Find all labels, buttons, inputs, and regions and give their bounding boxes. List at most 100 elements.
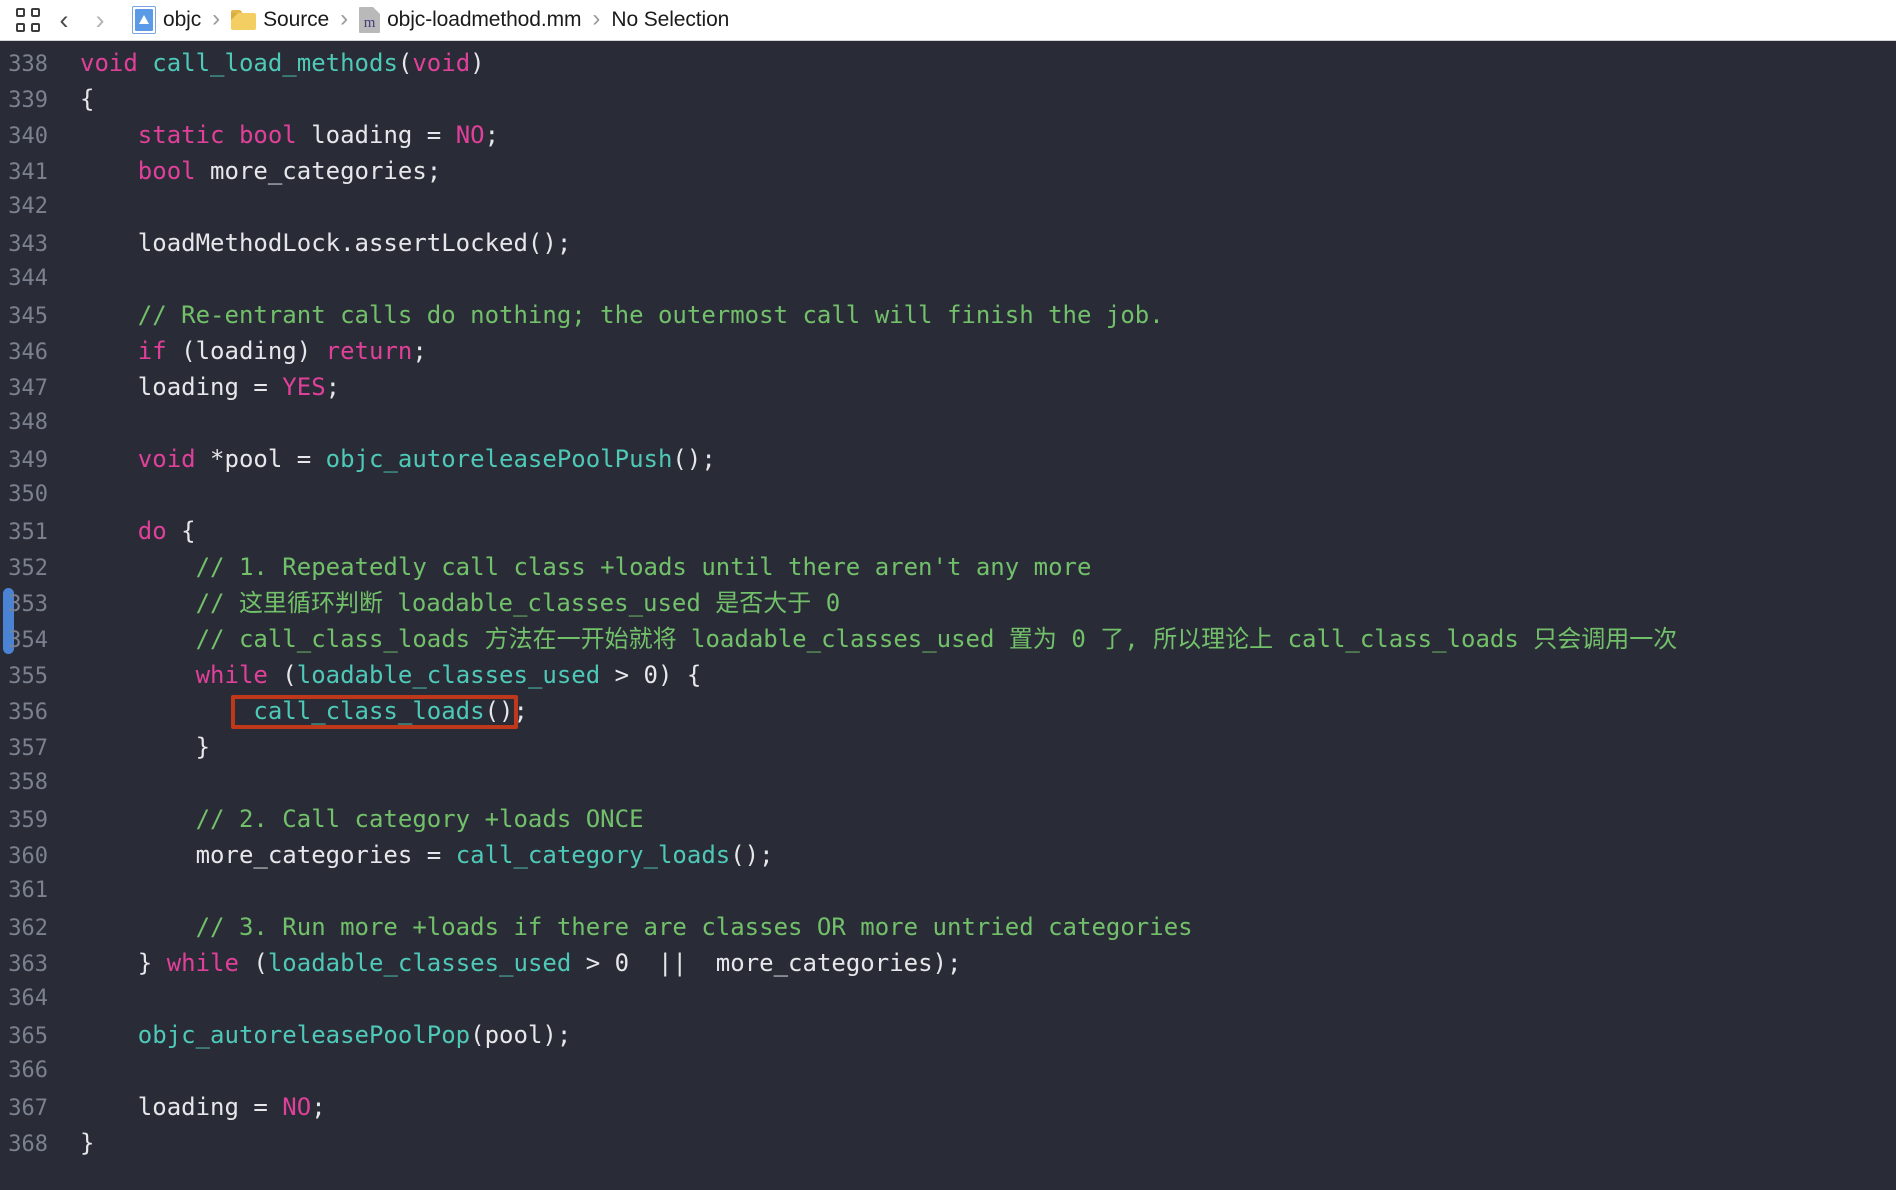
code-line[interactable]: 362 // 3. Run more +loads if there are c… [0,909,1896,945]
line-source: loading = YES; [64,369,1896,405]
line-number: 339 [8,88,48,113]
code-line[interactable]: 344 [0,261,1896,297]
code-token: call_class_loads [253,697,485,725]
code-token: NO [282,1093,312,1121]
line-number: 355 [8,664,48,689]
code-line[interactable]: 345 // Re-entrant calls do nothing; the … [0,297,1896,333]
code-line[interactable]: 354 // call_class_loads 方法在一开始就将 loadabl… [0,621,1896,657]
line-number: 340 [8,124,48,149]
code-token: if [137,337,167,365]
code-line[interactable]: 349 void *pool = objc_autoreleasePoolPus… [0,441,1896,477]
code-line[interactable]: 346 if (loading) return; [0,333,1896,369]
code-line[interactable]: 356 call_class_loads(); [0,693,1896,729]
code-area[interactable]: 338 void call_load_methods(void) 339 {340 s… [0,41,1896,1161]
code-line[interactable]: 363 } while (loadable_classes_used > 0 |… [0,945,1896,981]
line-number: 361 [8,878,48,903]
breadcrumb: objc › Source › m objc-loadmethod.mm › N… [130,6,731,34]
line-number: 350 [8,482,48,507]
breadcrumb-label: objc-loadmethod.mm [387,8,582,31]
breadcrumb-item-folder[interactable]: Source [229,8,331,32]
code-line[interactable]: 338 void call_load_methods(void) [0,45,1896,81]
code-line[interactable]: 360 more_categories = call_category_load… [0,837,1896,873]
line-number: 368 [8,1132,48,1157]
code-line[interactable]: 352 // 1. Repeatedly call class +loads u… [0,549,1896,585]
line-number: 346 [8,340,48,365]
breadcrumb-item-project[interactable]: objc [130,6,203,34]
code-line[interactable]: 366 [0,1053,1896,1089]
code-line[interactable]: 367 loading = NO; [0,1089,1896,1125]
code-token: || more_categories); [629,949,962,977]
code-token: more_categories = [80,841,456,869]
code-line[interactable]: 368} [0,1125,1896,1161]
code-token: while [195,661,268,689]
code-line[interactable]: 341 bool more_categories; [0,153,1896,189]
code-token: (pool); [470,1021,572,1049]
line-number: 344 [8,266,48,291]
code-token: (); [484,697,528,725]
breadcrumb-item-file[interactable]: m objc-loadmethod.mm [357,7,583,33]
line-source: } [64,1125,1896,1161]
breadcrumb-label: No Selection [611,8,730,31]
code-line[interactable]: 343 loadMethodLock.assertLocked(); [0,225,1896,261]
code-token: } [80,733,211,761]
code-token: ( [238,949,268,977]
code-token: (loading) [166,337,326,365]
line-number: 364 [8,986,48,1011]
line-number: 352 [8,556,48,581]
code-token: loading = [80,1093,283,1121]
breadcrumb-item-selection[interactable]: No Selection [609,8,731,32]
code-line[interactable]: 364 [0,981,1896,1017]
code-token: ( [397,49,413,77]
code-token: more_categories; [195,157,442,185]
code-token: call_category_loads [455,841,731,869]
line-number: 351 [8,520,48,545]
line-source: static bool loading = NO; [64,117,1896,153]
source-editor[interactable]: 338 void call_load_methods(void) 339 {340 s… [0,41,1896,1190]
code-line[interactable]: 358 [0,765,1896,801]
code-line[interactable]: 340 static bool loading = NO; [0,117,1896,153]
code-line[interactable]: 361 [0,873,1896,909]
back-button[interactable]: ‹ [46,5,82,35]
code-line[interactable]: 353 // 这里循环判断 loadable_classes_used 是否大于… [0,585,1896,621]
code-token: loading = [80,373,283,401]
code-token: ) { [658,661,702,689]
code-token: void [137,445,196,473]
code-line[interactable]: 351 do { [0,513,1896,549]
code-line[interactable]: 355 while (loadable_classes_used > 0) { [0,657,1896,693]
code-token: // 2. Call category +loads ONCE [195,805,644,833]
line-source: // 这里循环判断 loadable_classes_used 是否大于 0 [64,585,1896,621]
code-line[interactable]: 342 [0,189,1896,225]
line-source: // call_class_loads 方法在一开始就将 loadable_cl… [64,621,1896,657]
forward-button[interactable]: › [82,5,118,35]
xcode-project-icon [132,6,156,34]
code-line[interactable]: 359 // 2. Call category +loads ONCE [0,801,1896,837]
breadcrumb-separator-icon: › [340,5,349,32]
code-line[interactable]: 339 { [0,81,1896,117]
code-line[interactable]: 347 loading = YES; [0,369,1896,405]
code-token: { [80,85,95,113]
code-token: (); [730,841,774,869]
code-token: loading = [296,121,456,149]
code-token: { [166,517,196,545]
code-token: bool [238,121,297,149]
code-line[interactable]: 348 [0,405,1896,441]
code-token: return [325,337,413,365]
line-source: do { [64,513,1896,549]
editor-layout-button[interactable] [10,5,46,35]
breadcrumb-separator-icon: › [212,5,221,32]
line-number: 367 [8,1096,48,1121]
line-number: 347 [8,376,48,401]
code-line[interactable]: 365 objc_autoreleasePoolPop(pool); [0,1017,1896,1053]
line-source: loading = NO; [64,1089,1896,1125]
line-number: 362 [8,916,48,941]
code-line[interactable]: 350 [0,477,1896,513]
line-source: void *pool = objc_autoreleasePoolPush(); [64,441,1896,477]
code-line[interactable]: 357 } [0,729,1896,765]
code-token: // 这里循环判断 loadable_classes_used 是否大于 0 [195,589,841,617]
